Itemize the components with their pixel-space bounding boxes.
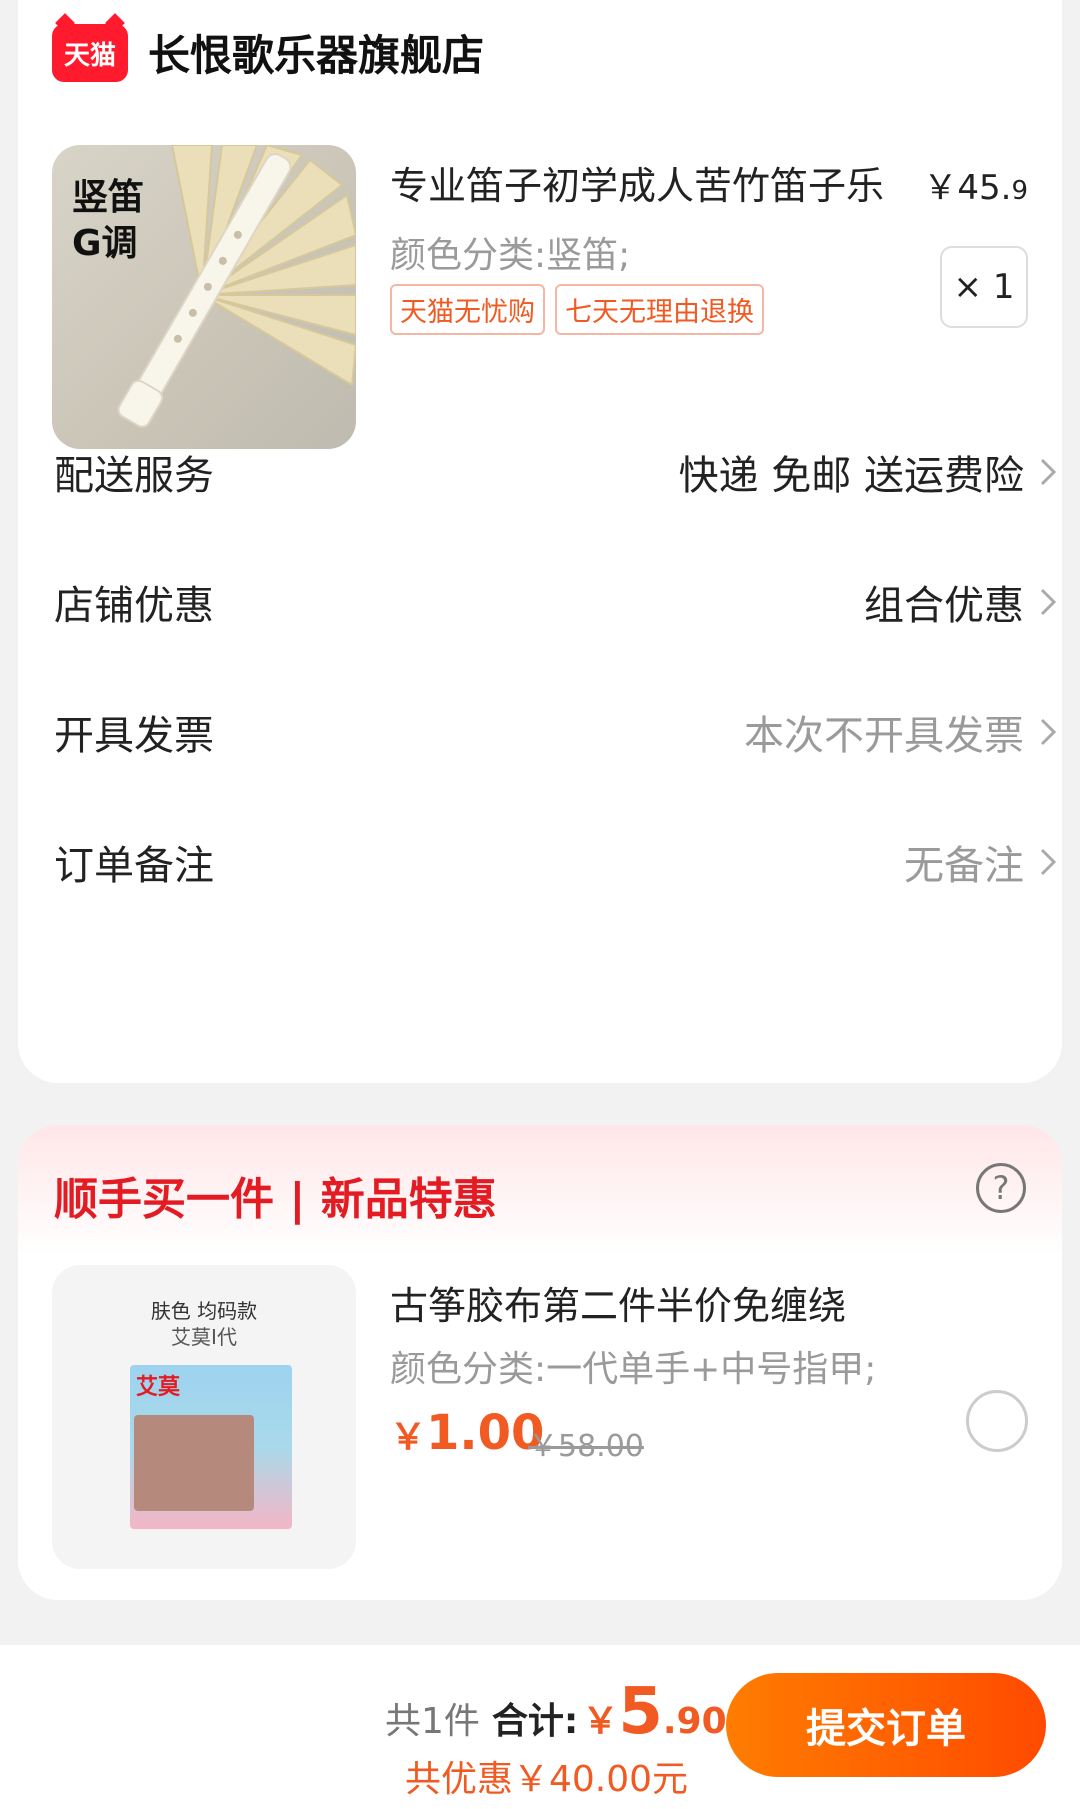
- store-name[interactable]: 长恨歌乐器旗舰店: [148, 22, 484, 83]
- help-icon[interactable]: ?: [976, 1163, 1026, 1213]
- total-currency: ￥: [582, 1701, 619, 1742]
- price-main: ￥45.: [923, 168, 1012, 208]
- tmall-logo-text: 天猫: [63, 40, 116, 71]
- row-label: 开具发票: [54, 713, 214, 759]
- total-price: ￥5.90: [582, 1675, 726, 1749]
- product-image-label: 竖笛 G调: [72, 175, 144, 267]
- row-value: 快递 免邮 送运费险: [678, 453, 1024, 499]
- promo-title: 顺手买一件 | 新品特惠: [54, 1174, 497, 1225]
- chevron-right-icon: [1040, 588, 1057, 616]
- product-price: ￥45.9: [923, 160, 1028, 209]
- product-title[interactable]: 专业笛子初学成人苦竹笛子乐: [390, 155, 884, 210]
- item-count: 共1件: [385, 1701, 480, 1742]
- row-invoice[interactable]: 开具发票 本次不开具发票: [54, 700, 1062, 764]
- product-variant[interactable]: 颜色分类:竖笛;: [390, 226, 630, 278]
- quantity-stepper[interactable]: × 1: [940, 246, 1028, 328]
- product-image[interactable]: 竖笛 G调: [52, 145, 356, 449]
- row-delivery[interactable]: 配送服务 快递 免邮 送运费险: [54, 440, 1062, 504]
- total-summary: 共1件 合计: ￥5.90: [385, 1675, 727, 1749]
- price-decimal: 9: [1011, 176, 1028, 206]
- promo-select-radio[interactable]: [966, 1390, 1028, 1452]
- pack-label-line2: 艾莫I代: [171, 1325, 237, 1349]
- promo-item-price: ￥1.00: [390, 1405, 544, 1461]
- tape-package-illustration: 艾莫: [130, 1365, 292, 1529]
- row-value: 无备注: [904, 843, 1024, 889]
- chevron-right-icon: [1040, 718, 1057, 746]
- price-value: 1.00: [426, 1405, 545, 1461]
- total-discount: 共优惠￥40.00元: [405, 1759, 689, 1800]
- promo-item-title[interactable]: 古筝胶布第二件半价免缠绕: [390, 1275, 846, 1330]
- checkout-bar: 共1件 合计: ￥5.90 共优惠￥40.00元 提交订单: [0, 1645, 1080, 1809]
- pack-brand: 艾莫: [136, 1375, 181, 1400]
- service-tags: 天猫无忧购 七天无理由退换: [390, 284, 764, 335]
- promo-card: 顺手买一件 | 新品特惠 ? 肤色 均码款 艾莫I代 艾莫 古筝胶布第二件半价免…: [18, 1125, 1062, 1600]
- row-label: 配送服务: [54, 453, 214, 499]
- promo-item-variant[interactable]: 颜色分类:一代单手+中号指甲;: [390, 1340, 876, 1392]
- promo-product-image[interactable]: 肤色 均码款 艾莫I代 艾莫: [52, 1265, 356, 1569]
- tag-seven-day-return: 七天无理由退换: [555, 284, 764, 335]
- row-store-discount[interactable]: 店铺优惠 组合优惠: [54, 570, 1062, 634]
- row-order-note[interactable]: 订单备注 无备注: [54, 830, 1062, 894]
- tmall-logo: 天猫: [52, 24, 128, 82]
- tape-strips: [134, 1415, 254, 1511]
- row-value: 本次不开具发票: [744, 713, 1024, 759]
- total-int: 5: [618, 1675, 663, 1749]
- row-label: 订单备注: [54, 843, 214, 889]
- image-label-line2: G调: [72, 223, 138, 264]
- price-currency: ￥: [390, 1417, 427, 1458]
- chevron-right-icon: [1040, 848, 1057, 876]
- order-card: 天猫 长恨歌乐器旗舰店 竖笛 G调 专业笛子初学成人苦竹笛子乐 ￥45.9 颜色…: [18, 0, 1062, 1083]
- total-dec: .90: [662, 1701, 727, 1742]
- submit-order-button[interactable]: 提交订单: [726, 1673, 1046, 1777]
- image-label-line1: 竖笛: [72, 177, 145, 218]
- tag-worry-free: 天猫无忧购: [390, 284, 545, 335]
- total-label: 合计:: [491, 1701, 579, 1742]
- pack-label-line1: 肤色 均码款: [150, 1299, 258, 1323]
- row-value: 组合优惠: [864, 583, 1024, 629]
- promo-item-original-price: ￥58.00: [528, 1429, 644, 1464]
- row-label: 店铺优惠: [54, 583, 214, 629]
- chevron-right-icon: [1040, 458, 1057, 486]
